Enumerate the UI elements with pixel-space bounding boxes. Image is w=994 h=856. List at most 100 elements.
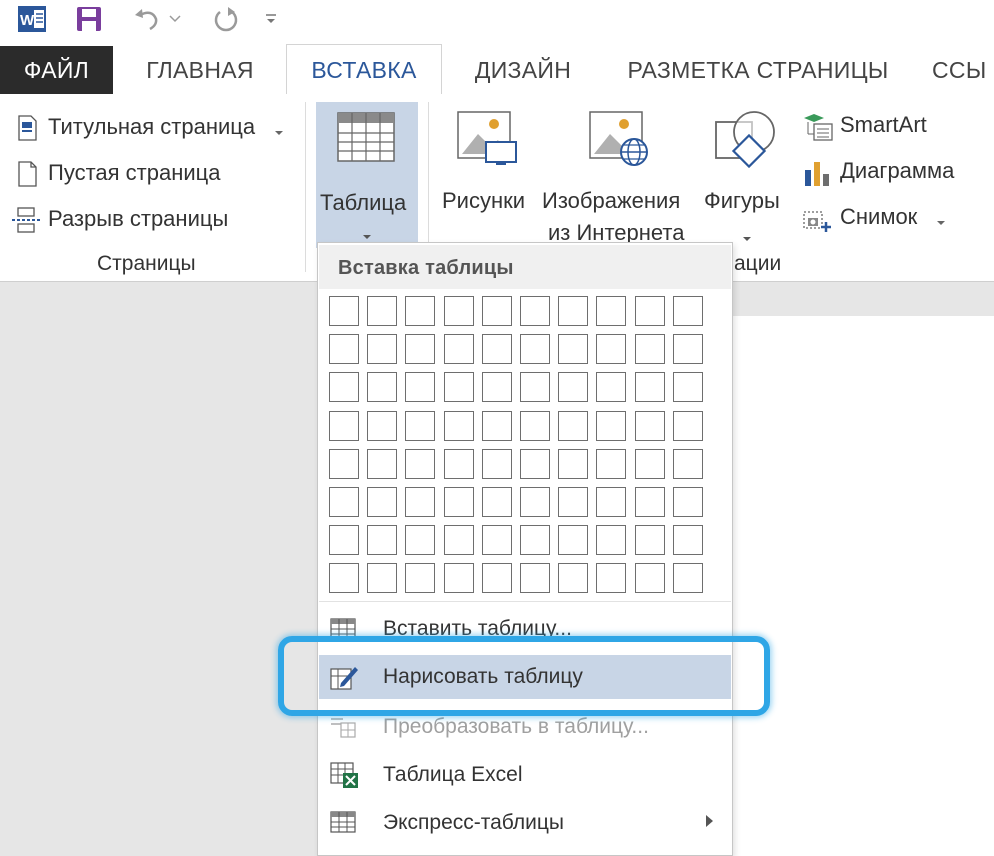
grid-cell[interactable] [673,411,703,441]
grid-cell[interactable] [329,296,359,326]
grid-cell[interactable] [520,449,550,479]
grid-cell[interactable] [596,334,626,364]
grid-cell[interactable] [367,411,397,441]
grid-cell[interactable] [367,563,397,593]
grid-cell[interactable] [329,563,359,593]
grid-cell[interactable] [367,487,397,517]
grid-cell[interactable] [329,372,359,402]
screenshot-button[interactable]: Снимок [800,202,990,236]
tab-file[interactable]: ФАЙЛ [0,46,113,94]
grid-cell[interactable] [367,296,397,326]
grid-cell[interactable] [596,563,626,593]
grid-cell[interactable] [635,296,665,326]
page-break-button[interactable]: Разрыв страницы [10,204,250,238]
grid-cell[interactable] [635,449,665,479]
blank-page-button[interactable]: Пустая страница [10,158,250,192]
grid-cell[interactable] [444,525,474,555]
grid-cell[interactable] [329,525,359,555]
grid-cell[interactable] [367,525,397,555]
grid-cell[interactable] [596,372,626,402]
grid-cell[interactable] [482,334,512,364]
grid-cell[interactable] [482,563,512,593]
grid-cell[interactable] [596,296,626,326]
grid-cell[interactable] [405,487,435,517]
insert-table-item[interactable]: Вставить таблицу... [319,607,731,637]
grid-cell[interactable] [405,525,435,555]
grid-cell[interactable] [329,487,359,517]
grid-cell[interactable] [405,334,435,364]
grid-cell[interactable] [558,372,588,402]
grid-cell[interactable] [635,525,665,555]
grid-cell[interactable] [520,563,550,593]
undo-icon[interactable] [132,6,162,32]
grid-cell[interactable] [329,411,359,441]
grid-cell[interactable] [444,411,474,441]
tab-page-layout[interactable]: РАЗМЕТКА СТРАНИЦЫ [612,46,904,94]
grid-cell[interactable] [635,372,665,402]
tab-home[interactable]: ГЛАВНАЯ [124,46,276,94]
grid-cell[interactable] [482,372,512,402]
grid-cell[interactable] [596,411,626,441]
grid-cell[interactable] [673,525,703,555]
grid-cell[interactable] [329,449,359,479]
grid-cell[interactable] [558,296,588,326]
grid-cell[interactable] [444,296,474,326]
grid-cell[interactable] [558,563,588,593]
grid-cell[interactable] [673,449,703,479]
shapes-button[interactable]: Фигуры [702,104,794,246]
grid-cell[interactable] [405,411,435,441]
grid-cell[interactable] [596,487,626,517]
grid-cell[interactable] [444,372,474,402]
grid-cell[interactable] [444,449,474,479]
grid-cell[interactable] [367,372,397,402]
grid-cell[interactable] [673,563,703,593]
grid-cell[interactable] [520,334,550,364]
grid-cell[interactable] [520,525,550,555]
grid-cell[interactable] [444,334,474,364]
tab-design[interactable]: ДИЗАЙН [450,46,596,94]
grid-cell[interactable] [558,449,588,479]
grid-cell[interactable] [635,411,665,441]
grid-cell[interactable] [482,296,512,326]
grid-cell[interactable] [558,525,588,555]
grid-cell[interactable] [596,449,626,479]
redo-icon[interactable] [210,6,242,32]
grid-cell[interactable] [405,449,435,479]
grid-cell[interactable] [444,487,474,517]
grid-cell[interactable] [520,372,550,402]
grid-cell[interactable] [635,334,665,364]
grid-cell[interactable] [558,487,588,517]
grid-cell[interactable] [673,487,703,517]
online-pictures-button[interactable]: Изображения из Интернета [540,104,698,246]
grid-cell[interactable] [520,296,550,326]
customize-toolbar-icon[interactable] [262,6,280,32]
tab-references[interactable]: ССЫ [932,46,994,94]
table-button[interactable]: Таблица [316,102,418,248]
grid-cell[interactable] [444,563,474,593]
pictures-button[interactable]: Рисунки [436,104,536,246]
grid-cell[interactable] [673,372,703,402]
grid-cell[interactable] [520,411,550,441]
grid-cell[interactable] [367,334,397,364]
undo-dropdown-icon[interactable] [168,6,182,32]
tab-insert[interactable]: ВСТАВКА [286,44,442,96]
grid-cell[interactable] [482,411,512,441]
grid-cell[interactable] [482,525,512,555]
chart-button[interactable]: Диаграмма [800,156,990,190]
grid-cell[interactable] [558,334,588,364]
grid-cell[interactable] [558,411,588,441]
grid-cell[interactable] [673,296,703,326]
grid-cell[interactable] [635,487,665,517]
smartart-button[interactable]: SmartArt [800,110,990,144]
grid-cell[interactable] [405,372,435,402]
grid-cell[interactable] [482,449,512,479]
grid-cell[interactable] [635,563,665,593]
cover-page-button[interactable]: Титульная страница [10,112,290,146]
grid-cell[interactable] [673,334,703,364]
grid-cell[interactable] [329,334,359,364]
grid-cell[interactable] [405,563,435,593]
excel-table-item[interactable]: Таблица Excel [319,753,731,797]
grid-cell[interactable] [596,525,626,555]
save-icon[interactable] [74,6,104,32]
document-page[interactable] [732,316,994,856]
